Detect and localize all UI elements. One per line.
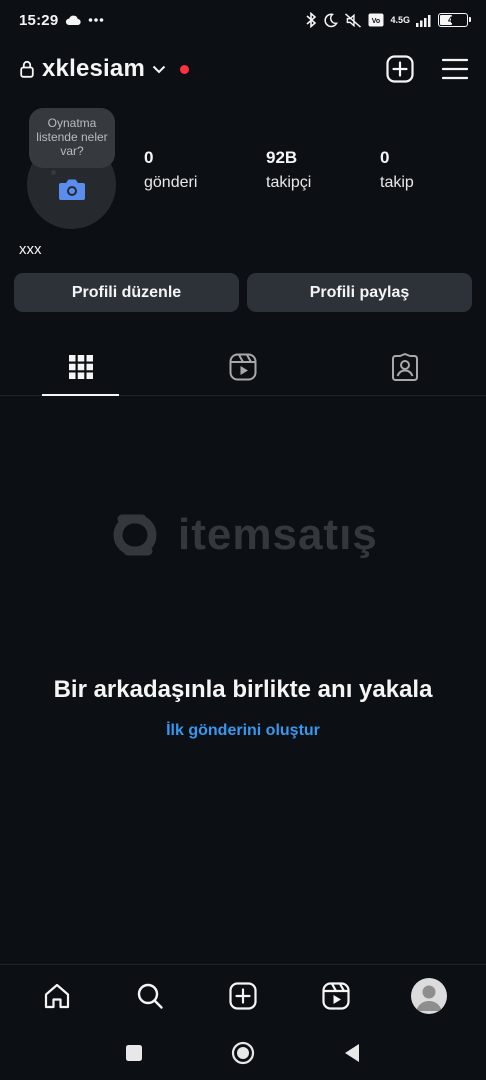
nav-reels[interactable] bbox=[312, 972, 360, 1020]
tab-grid[interactable] bbox=[0, 338, 162, 396]
create-first-post-link[interactable]: İlk gönderini oluştur bbox=[0, 722, 486, 740]
stat-posts[interactable]: 0 gönderi bbox=[144, 148, 266, 192]
notes-bubble[interactable]: Oynatma listende neler var? bbox=[29, 108, 115, 168]
watermark: itemsatış bbox=[100, 510, 378, 560]
reels-icon bbox=[322, 981, 350, 1010]
battery-indicator: 44 bbox=[438, 13, 471, 27]
empty-state-title: Bir arkadaşınla birlikte anı yakala bbox=[53, 676, 433, 703]
profile-stats: 0 gönderi 92B takipçi 0 takip bbox=[144, 148, 414, 192]
stat-label: gönderi bbox=[144, 174, 198, 191]
avatar bbox=[411, 977, 448, 1014]
profile-actions: Profili düzenle Profili paylaş bbox=[14, 273, 472, 312]
notification-dot bbox=[180, 64, 190, 74]
hamburger-menu-icon[interactable] bbox=[442, 58, 468, 80]
camera-icon[interactable] bbox=[58, 177, 86, 201]
recents-square-icon[interactable] bbox=[125, 1044, 143, 1062]
username[interactable]: xklesiam bbox=[42, 55, 145, 83]
share-profile-button[interactable]: Profili paylaş bbox=[247, 273, 472, 312]
signal-icon bbox=[416, 14, 431, 27]
status-bar: 15:29 Vo 4.5G 44 bbox=[0, 0, 486, 40]
stat-label: takip bbox=[380, 174, 414, 191]
nav-search[interactable] bbox=[126, 972, 174, 1020]
tab-tagged[interactable] bbox=[324, 338, 486, 395]
watermark-brand: itemsatış bbox=[178, 510, 378, 559]
stat-value: 0 bbox=[380, 148, 390, 167]
stat-value: 92B bbox=[266, 148, 298, 167]
bottom-navigation bbox=[0, 964, 486, 1026]
cloud-icon bbox=[66, 15, 82, 26]
nav-home[interactable] bbox=[33, 972, 81, 1020]
mute-icon bbox=[345, 12, 362, 28]
tagged-person-icon bbox=[392, 352, 418, 381]
lock-icon bbox=[20, 60, 34, 78]
content-tabs bbox=[0, 338, 486, 396]
svg-text:Vo: Vo bbox=[372, 18, 380, 25]
home-circle-icon[interactable] bbox=[231, 1041, 255, 1065]
plus-square-icon bbox=[229, 981, 257, 1010]
stat-following[interactable]: 0 takip bbox=[380, 148, 414, 192]
notes-bubble-tail bbox=[51, 170, 56, 175]
default-avatar-icon bbox=[416, 985, 443, 1011]
battery-level: 44 bbox=[447, 15, 458, 25]
profile-header: xklesiam bbox=[0, 48, 486, 90]
status-time: 15:29 bbox=[19, 11, 59, 29]
full-name: xxx bbox=[19, 241, 42, 258]
edit-profile-button[interactable]: Profili düzenle bbox=[14, 273, 239, 312]
network-type: 4.5G bbox=[390, 14, 410, 25]
system-navigation bbox=[0, 1026, 486, 1080]
grid-icon bbox=[69, 354, 93, 379]
stat-value: 0 bbox=[144, 148, 154, 167]
tab-reels[interactable] bbox=[162, 338, 324, 395]
home-icon bbox=[44, 983, 69, 1008]
watermark-logo-icon bbox=[113, 514, 157, 556]
plus-square-icon[interactable] bbox=[386, 55, 414, 83]
volte-icon: Vo bbox=[368, 13, 384, 27]
reels-icon bbox=[229, 353, 257, 380]
nav-create[interactable] bbox=[219, 972, 267, 1020]
chevron-down-icon[interactable] bbox=[152, 65, 166, 74]
nav-profile[interactable] bbox=[405, 972, 453, 1020]
stat-label: takipçi bbox=[266, 174, 312, 191]
back-triangle-icon[interactable] bbox=[343, 1043, 361, 1063]
search-icon bbox=[137, 983, 163, 1009]
stat-followers[interactable]: 92B takipçi bbox=[266, 148, 380, 192]
more-dots-icon bbox=[89, 18, 104, 22]
bluetooth-icon bbox=[306, 12, 317, 28]
moon-icon bbox=[324, 13, 339, 27]
